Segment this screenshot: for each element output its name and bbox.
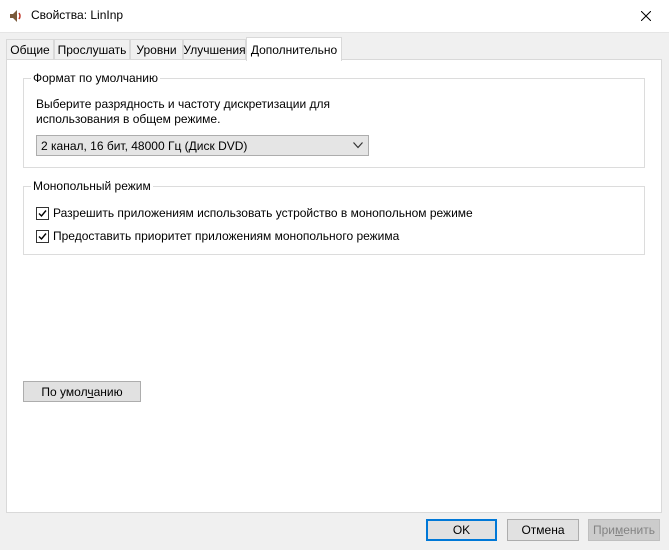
speaker-icon bbox=[10, 10, 21, 22]
tab-label: Уровни bbox=[136, 42, 177, 57]
allow-exclusive-row[interactable]: Разрешить приложениям использовать устро… bbox=[36, 206, 473, 220]
restore-defaults-label: По умолчанию bbox=[41, 384, 123, 399]
allow-exclusive-checkbox[interactable] bbox=[36, 206, 49, 220]
default-format-description: Выберите разрядность и частоту дискретиз… bbox=[36, 97, 356, 127]
chevron-down-icon bbox=[353, 142, 363, 149]
cancel-button[interactable]: Отмена bbox=[507, 519, 579, 541]
window-title: Свойства: LinInp bbox=[31, 8, 124, 22]
exclusive-mode-group: Монопольный режим Разрешить приложениям … bbox=[23, 179, 645, 255]
format-select[interactable]: 2 канал, 16 бит, 48000 Гц (Диск DVD) bbox=[36, 135, 369, 156]
tab-label: Общие bbox=[10, 42, 50, 57]
restore-defaults-button[interactable]: По умолчанию bbox=[23, 381, 141, 402]
cancel-label: Отмена bbox=[521, 523, 565, 537]
tab-panel-advanced: Формат по умолчанию Выберите разрядность… bbox=[6, 59, 662, 513]
allow-exclusive-label: Разрешить приложениям использовать устро… bbox=[53, 206, 473, 220]
apply-button[interactable]: Применить bbox=[588, 519, 660, 541]
tab-label: Прослушать bbox=[57, 42, 127, 57]
tab-enhancements[interactable]: Улучшения bbox=[183, 39, 246, 59]
default-format-group: Формат по умолчанию Выберите разрядность… bbox=[23, 71, 645, 168]
tab-levels[interactable]: Уровни bbox=[130, 39, 183, 59]
close-button[interactable] bbox=[623, 0, 669, 32]
tab-label: Дополнительно bbox=[250, 42, 338, 57]
format-select-value: 2 канал, 16 бит, 48000 Гц (Диск DVD) bbox=[41, 139, 248, 153]
checkmark-icon bbox=[38, 209, 47, 217]
tab-advanced[interactable]: Дополнительно bbox=[246, 37, 342, 61]
exclusive-mode-title: Монопольный режим bbox=[31, 179, 153, 193]
tab-listen[interactable]: Прослушать bbox=[54, 39, 130, 59]
apply-label: Применить bbox=[592, 523, 656, 537]
default-format-title: Формат по умолчанию bbox=[31, 71, 160, 85]
checkmark-icon bbox=[38, 232, 47, 240]
title-bar: Свойства: LinInp bbox=[0, 0, 669, 33]
priority-label: Предоставить приоритет приложениям моноп… bbox=[53, 229, 400, 243]
priority-row[interactable]: Предоставить приоритет приложениям моноп… bbox=[36, 229, 399, 243]
tab-label: Улучшения bbox=[183, 42, 246, 57]
ok-label: OK bbox=[452, 523, 471, 537]
description-line: использования в общем режиме. bbox=[36, 112, 221, 126]
ok-button[interactable]: OK bbox=[426, 519, 497, 541]
priority-checkbox[interactable] bbox=[36, 229, 49, 243]
description-line: Выберите разрядность и частоту дискретиз… bbox=[36, 97, 331, 111]
close-icon bbox=[641, 11, 651, 21]
tab-general[interactable]: Общие bbox=[6, 39, 54, 59]
